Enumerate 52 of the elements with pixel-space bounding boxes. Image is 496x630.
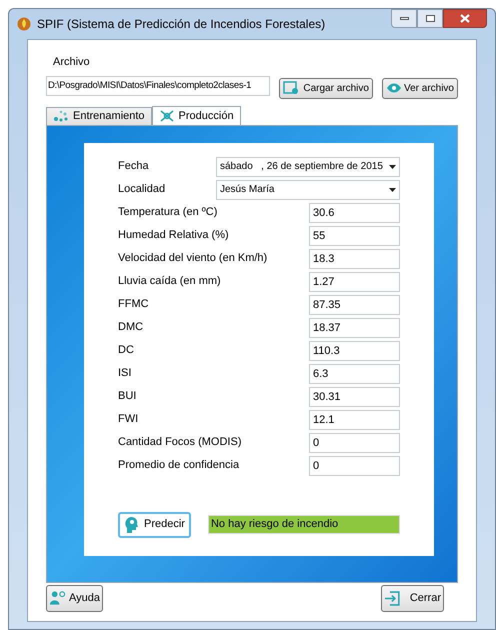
people-icon (49, 590, 66, 606)
input-field[interactable]: 18.3 (309, 248, 400, 268)
input-field[interactable]: 110.3 (309, 340, 400, 360)
dropdown-arrow-icon (389, 164, 396, 168)
dropdown[interactable]: Jesús María (216, 180, 400, 200)
input-field[interactable]: 1.27 (309, 272, 400, 292)
input-field[interactable]: 30.6 (309, 202, 400, 222)
tab[interactable]: Entrenamiento (46, 106, 152, 124)
field-label: Humedad Relativa (%) (118, 228, 229, 244)
input-field[interactable]: 87.35 (309, 294, 400, 314)
maximize-button[interactable] (417, 9, 443, 28)
input-field[interactable]: 55 (309, 226, 400, 246)
eye-icon (386, 83, 402, 93)
field-label: Promedio de confidencia (118, 458, 240, 474)
close-app-button[interactable]: Cerrar (381, 584, 444, 612)
tab[interactable]: Producción (152, 106, 241, 126)
field-label: BUI (118, 389, 136, 404)
field-label: DMC (118, 320, 144, 336)
dropdown-arrow-icon (389, 188, 396, 192)
field-label: DC (118, 343, 134, 358)
predict-button[interactable]: Predecir (118, 512, 191, 538)
field-label: Fecha (118, 159, 149, 174)
network-icon (158, 109, 175, 123)
dots-icon (53, 110, 69, 122)
view-file-button[interactable]: Ver archivo (382, 78, 458, 98)
input-field[interactable]: 0 (309, 456, 400, 476)
dropdown[interactable]: sábado , 26 de septiembre de 2015 (216, 156, 400, 176)
input-field[interactable]: 6.3 (309, 364, 400, 384)
flame-icon (17, 17, 31, 31)
field-label: ISI (118, 366, 132, 382)
load-file-button[interactable]: Cargar archivo (279, 78, 373, 98)
file-path-field[interactable]: D:\Posgrado\MISI\Datos\Finales\completo2clases-1 (46, 76, 270, 96)
close-button[interactable] (443, 9, 487, 28)
field-label: FFMC (118, 297, 149, 312)
input-field[interactable]: 18.37 (309, 318, 400, 338)
field-label: Temperatura (en ºC) (118, 205, 218, 220)
field-label: Lluvia caída (en mm) (118, 274, 221, 290)
head-icon (124, 516, 138, 533)
field-label: Velocidad del viento (en Km/h) (118, 251, 268, 266)
field-label: Cantidad Focos (MODIS) (118, 435, 242, 450)
exit-icon (384, 590, 400, 606)
file-label: Archivo (53, 55, 91, 70)
help-button[interactable]: Ayuda (46, 584, 103, 612)
input-field[interactable]: 30.31 (309, 386, 400, 406)
input-field[interactable]: 12.1 (309, 410, 400, 430)
window-title: SPIF (Sistema de Predicción de Incendios Forestales) (37, 16, 326, 33)
field-label: Localidad (118, 182, 166, 198)
close-icon (460, 14, 470, 23)
input-field[interactable]: 0 (309, 432, 400, 452)
minimize-button[interactable] (391, 9, 417, 28)
prediction-result: No hay riesgo de incendio (208, 515, 400, 534)
field-label: FWI (118, 412, 138, 428)
